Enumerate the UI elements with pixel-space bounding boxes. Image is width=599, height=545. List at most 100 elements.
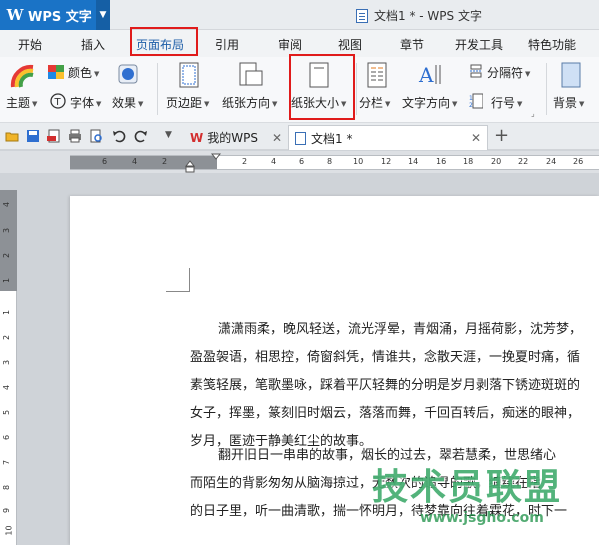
ruler-number: 4 [271,157,277,166]
tab-special-features[interactable]: 特色功能 [528,36,576,53]
paragraph-1[interactable]: 潇潇雨柔，晚风轻送，流光浮晕，青烟涌，月摇荷影，沈芳梦， 盈盈袈语，相思控，倚窗… [190,316,599,456]
dialog-launcher-icon[interactable]: ⌟ [531,109,535,118]
ruler-number: 6 [2,434,12,441]
ruler-number: 14 [408,157,419,166]
document-icon [295,131,306,145]
ruler-number: 8 [2,484,12,491]
orientation-button[interactable]: 纸张方向 ▼ [222,94,277,111]
ruler-number: 3 [2,359,12,366]
ruler-number: 20 [491,157,502,166]
svg-text:T: T [54,97,62,108]
svg-text:1: 1 [469,95,473,102]
ruler-number: 4 [2,384,12,391]
margin-corner-mark [166,268,190,292]
horizontal-ruler[interactable]: 6 4 2 2 4 6 8 10 12 14 16 18 20 22 24 26 [0,151,599,173]
app-menu-button[interactable]: W WPS 文字 ▼ [0,0,110,30]
tab-insert[interactable]: 插入 [81,36,105,53]
ruler-number: 5 [2,409,12,416]
ruler-number: 24 [546,157,557,166]
background-icon [561,62,581,88]
close-icon[interactable]: ✕ [272,131,282,145]
undo-icon[interactable] [112,129,126,143]
paper-size-highlight [289,54,355,120]
margins-button[interactable]: 页边距 ▼ [166,94,209,111]
ruler-number: 7 [2,459,12,466]
ruler-number: 2 [242,157,248,166]
print-preview-icon[interactable] [89,129,103,143]
tab-my-wps[interactable]: W 我的WPS ✕ [184,125,288,150]
vertical-ruler[interactable]: 4 3 2 1 1 2 3 4 5 6 7 8 9 10 [0,190,17,545]
effect-icon [118,64,138,84]
background-button[interactable]: 背景 ▼ [553,94,584,111]
text-line: 素笺轻展，笔歌墨咏，踩着平仄轻舞的分明是岁月剥落下锈迹斑斑的 [190,378,581,393]
divider [546,63,547,115]
watermark-url: www.jsgho.com [420,510,544,526]
chevron-down-icon[interactable]: ▼ [96,0,110,30]
color-icon [48,65,64,79]
close-icon[interactable]: ✕ [471,131,481,145]
ruler-number: 2 [2,334,12,341]
tab-references[interactable]: 引用 [215,36,239,53]
ruler-number: 6 [102,157,108,166]
line-numbers-icon: 12 [469,93,483,109]
tab-section[interactable]: 章节 [400,36,424,53]
ruler-number: 16 [436,157,447,166]
save-icon[interactable] [26,129,40,143]
theme-icon[interactable] [10,63,36,89]
line-numbers-button[interactable]: 行号 ▼ [491,94,522,111]
window-title: 文档1 * - WPS 文字 [356,7,482,24]
watermark: 技术员联盟 www.jsgho.com [372,458,599,545]
app-name: WPS 文字 [28,9,92,25]
document-icon [356,8,368,23]
ruler-number: 2 [162,157,168,166]
menu-tabs: 开始 插入 页面布局 引用 审阅 视图 章节 开发工具 特色功能 [0,30,599,57]
new-tab-icon[interactable]: + [494,125,509,146]
print-icon[interactable] [68,129,82,143]
breaks-button[interactable]: 分隔符 ▼ [487,64,530,81]
window-title-text: 文档1 * - WPS 文字 [374,9,482,23]
ruler-number: 10 [4,525,14,536]
redo-icon[interactable] [134,129,148,143]
theme-button[interactable]: 主题 ▼ [6,94,37,111]
chevron-down-icon[interactable]: ▼ [165,130,172,140]
open-folder-icon[interactable] [5,129,19,143]
margins-icon [179,62,199,88]
indent-marker-icon[interactable] [211,153,221,173]
quick-access-bar: ▼ W 我的WPS ✕ 文档1 * ✕ + [0,123,599,150]
tab-developer[interactable]: 开发工具 [455,36,503,53]
ruler-number: 6 [299,157,305,166]
tab-view[interactable]: 视图 [338,36,362,53]
effect-button[interactable]: 效果 ▼ [112,94,143,111]
ruler-number: 9 [2,507,12,514]
ruler-number: 12 [381,157,392,166]
font-theme-icon: T [50,93,66,109]
ruler-number: 8 [327,157,333,166]
color-button[interactable]: 颜色 ▼ [68,64,99,81]
breaks-icon [470,64,482,78]
ruler-number: 26 [573,157,584,166]
svg-text:A: A [418,63,434,87]
tab-my-wps-label: 我的WPS [207,131,258,145]
wps-logo-icon: W [190,130,204,145]
export-pdf-icon[interactable] [47,129,61,143]
columns-button[interactable]: 分栏 ▼ [359,94,390,111]
ruler-number: 2 [2,252,12,259]
ruler-number: 4 [132,157,138,166]
title-bar: W WPS 文字 ▼ 文档1 * - WPS 文字 [0,0,599,30]
tab-document1[interactable]: 文档1 * ✕ [288,125,488,150]
text-line: 盈盈袈语，相思控，倚窗斜凭，情谁共，念散天涯，一挽夏时痛，循 [190,350,581,365]
ruler-number: 4 [2,201,12,208]
ruler-number: 10 [353,157,364,166]
active-tab-highlight [130,27,198,56]
text-direction-button[interactable]: 文字方向 ▼ [402,94,457,111]
tab-review[interactable]: 审阅 [278,36,302,53]
text-direction-icon: A [418,63,441,87]
hanging-indent-icon[interactable] [185,160,195,174]
tab-home[interactable]: 开始 [18,36,42,53]
ruler-number: 18 [463,157,474,166]
text-line: 女子，挥墨，篆刻旧时烟云，落落而舞，千回百转后，痴迷的眼神， [190,406,581,421]
font-button[interactable]: 字体 ▼ [70,94,101,111]
ruler-number: 22 [518,157,529,166]
divider [356,63,357,115]
tab-document1-label: 文档1 * [311,131,353,146]
